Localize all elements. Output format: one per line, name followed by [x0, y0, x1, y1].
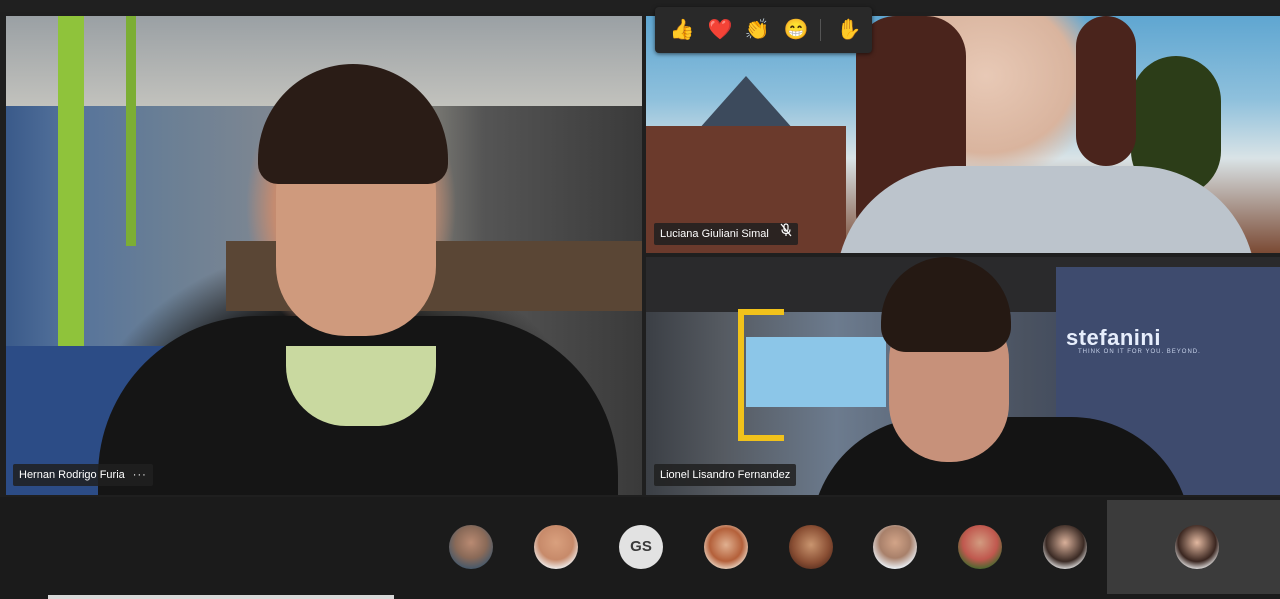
heart-icon[interactable]: ❤️	[707, 17, 733, 43]
laugh-icon[interactable]: 😁	[783, 17, 809, 43]
thumbs-up-icon[interactable]: 👍	[669, 17, 695, 43]
participant-avatar[interactable]	[704, 525, 748, 569]
reactions-divider	[820, 19, 821, 41]
name-tag-luciana: Luciana Giuliani Simal	[654, 223, 798, 245]
reactions-bar: 👍 ❤️ 👏 😁 ✋	[655, 7, 872, 53]
applause-icon[interactable]: 👏	[744, 17, 770, 43]
green-pillar	[58, 16, 84, 376]
participant-avatar[interactable]	[873, 525, 917, 569]
name-tag-lionel: Lionel Lisandro Fernandez	[654, 464, 797, 486]
green-pillar-secondary	[126, 16, 136, 246]
more-options-icon[interactable]: ···	[133, 469, 147, 481]
video-tile-lionel[interactable]: stefanini THINK ON IT FOR YOU. BEYOND.	[646, 257, 1280, 495]
name-tag-hernan: Hernan Rodrigo Furia ···	[13, 464, 153, 486]
participant-avatar[interactable]	[449, 525, 493, 569]
participant-name: Lionel Lisandro Fernandez	[660, 469, 791, 481]
yellow-frame	[738, 309, 784, 441]
participant-avatar[interactable]	[1043, 525, 1087, 569]
video-tile-hernan[interactable]	[6, 16, 642, 495]
participant-avatar[interactable]	[534, 525, 578, 569]
bottom-progress-line	[48, 595, 394, 599]
stefanini-logo: stefanini	[1066, 325, 1161, 350]
participant-avatar[interactable]	[789, 525, 833, 569]
participant-name: Luciana Giuliani Simal	[660, 228, 769, 240]
raise-hand-icon[interactable]: ✋	[836, 17, 862, 43]
self-avatar[interactable]	[1175, 525, 1219, 569]
mic-muted-icon	[780, 223, 792, 245]
top-bar	[0, 0, 1280, 12]
participant-avatar[interactable]	[958, 525, 1002, 569]
stefanini-tagline: THINK ON IT FOR YOU. BEYOND.	[1078, 349, 1201, 355]
participant-name: Hernan Rodrigo Furia	[19, 469, 125, 481]
participant-hair-right	[1076, 16, 1136, 166]
participant-avatar-initials[interactable]: GS	[619, 525, 663, 569]
